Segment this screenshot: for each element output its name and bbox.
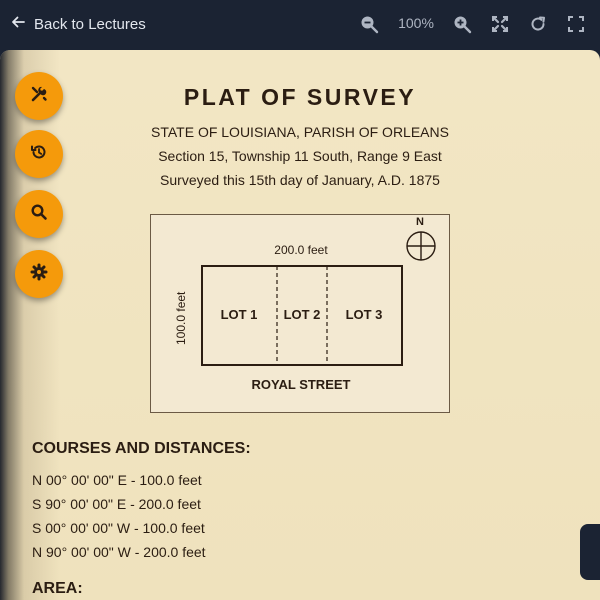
fit-to-screen-icon[interactable] — [490, 14, 510, 34]
arrow-left-icon — [10, 14, 26, 34]
course-line: N 90° 00' 00" W - 200.0 feet — [32, 544, 206, 560]
top-toolbar: Back to Lectures 100% — [0, 0, 600, 48]
zoom-out-icon[interactable] — [359, 14, 379, 34]
zoom-in-icon[interactable] — [452, 14, 472, 34]
course-line: S 90° 00' 00" E - 200.0 feet — [32, 496, 201, 512]
area-heading: AREA: — [32, 580, 83, 597]
back-label: Back to Lectures — [34, 15, 146, 33]
course-line: S 00° 00' 00" W - 100.0 feet — [32, 520, 205, 536]
width-dimension: 200.0 feet — [274, 243, 328, 257]
plat-drawing: N 200.0 feet 100.0 feet LOT 1 LOT 2 LOT … — [150, 214, 450, 413]
gear-icon — [29, 262, 49, 287]
courses-heading: COURSES AND DISTANCES: — [32, 440, 251, 457]
zoom-level: 100% — [398, 15, 434, 31]
back-to-lectures-button[interactable]: Back to Lectures — [10, 12, 146, 36]
settings-button[interactable] — [15, 250, 63, 298]
header-line-location: STATE OF LOUISIANA, PARISH OF ORLEANS — [151, 124, 449, 140]
header-line-section: Section 15, Township 11 South, Range 9 E… — [158, 148, 442, 164]
side-panel-tab[interactable] — [580, 524, 600, 580]
search-icon — [29, 202, 49, 227]
header-line-date: Surveyed this 15th day of January, A.D. … — [160, 172, 440, 188]
document-title: PLAT OF SURVEY — [183, 84, 417, 110]
lot-3-label: LOT 3 — [345, 307, 383, 322]
north-label: N — [416, 216, 424, 228]
fullscreen-icon[interactable] — [566, 14, 586, 34]
rotate-icon[interactable] — [528, 14, 548, 34]
street-label: ROYAL STREET — [251, 377, 351, 392]
search-button[interactable] — [15, 190, 63, 238]
depth-dimension: 100.0 feet — [174, 291, 188, 345]
course-line: N 00° 00' 00" E - 100.0 feet — [32, 472, 202, 488]
